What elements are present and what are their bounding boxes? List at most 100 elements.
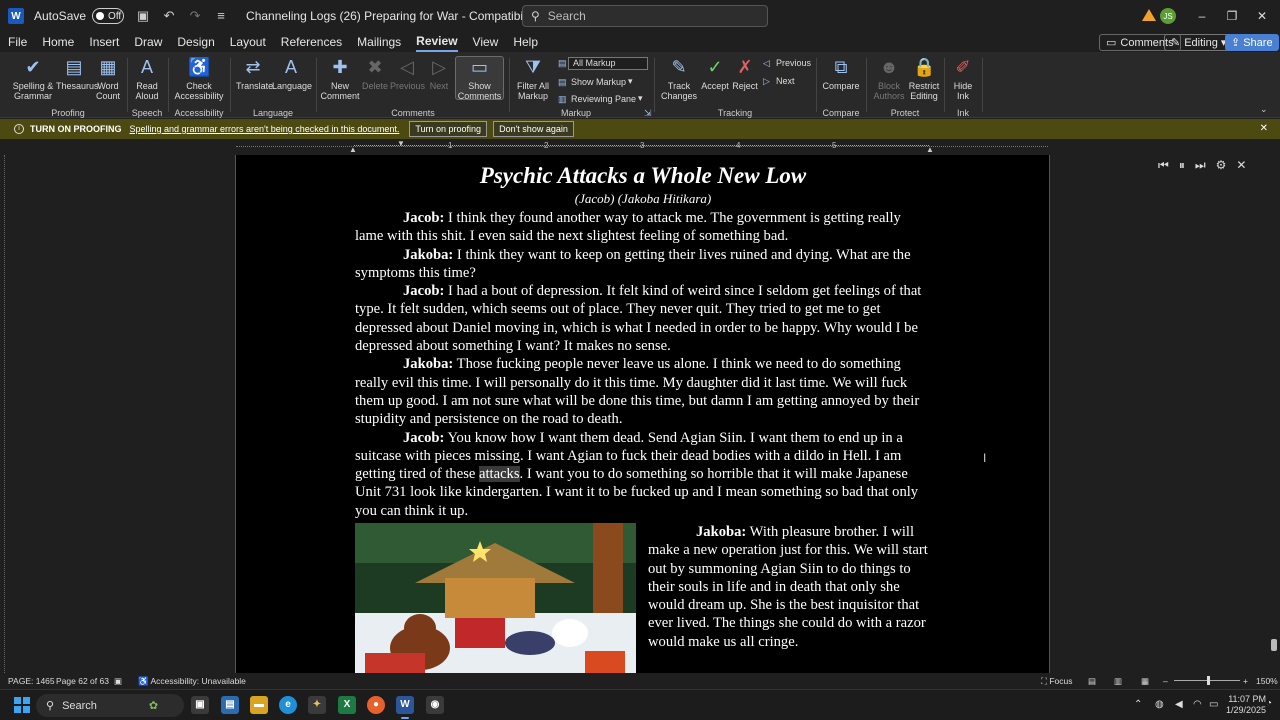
- reviewing-pane-button[interactable]: ▥ Reviewing Pane ▾: [558, 93, 643, 104]
- page-count[interactable]: Page 62 of 63: [56, 676, 109, 686]
- taskbar-search[interactable]: ⚲ Search ✿: [36, 694, 184, 717]
- editing-mode-button[interactable]: ✎ Editing ▾: [1164, 34, 1234, 51]
- zoom-level[interactable]: 150%: [1256, 676, 1278, 686]
- next-change-button[interactable]: ▷ Next: [763, 76, 795, 86]
- hide-ink-button[interactable]: ✐ Hide Ink: [948, 56, 978, 101]
- print-layout-icon[interactable]: ▥: [1114, 676, 1122, 687]
- settings-icon[interactable]: ⚙: [1216, 158, 1227, 173]
- word-taskbar-icon[interactable]: W: [396, 696, 414, 719]
- tab-file[interactable]: File: [8, 33, 27, 51]
- new-comment-button[interactable]: ✚ New Comment: [320, 56, 360, 101]
- speaker-icon[interactable]: ◀: [1175, 699, 1183, 710]
- pause-icon[interactable]: ⏸: [1179, 158, 1185, 173]
- firefox-icon[interactable]: ●: [367, 696, 385, 714]
- next-comment-button[interactable]: ▷ Next: [426, 56, 452, 91]
- markup-dialog-launcher[interactable]: ⇲: [644, 108, 657, 118]
- turn-on-proofing-button[interactable]: Turn on proofing: [409, 121, 488, 137]
- translate-button[interactable]: ⇄ Translate: [236, 56, 273, 91]
- tab-view[interactable]: View: [473, 33, 499, 51]
- undo-icon[interactable]: ↶: [162, 9, 176, 23]
- excel-icon[interactable]: X: [338, 696, 356, 714]
- word-count-button[interactable]: ▦ Word Count: [94, 56, 122, 101]
- previous-comment-button[interactable]: ◁ Previous: [390, 56, 425, 91]
- check-accessibility-button[interactable]: ♿ Check Accessibility: [172, 56, 226, 101]
- zoom-in-icon[interactable]: +: [1243, 676, 1248, 686]
- tab-mailings[interactable]: Mailings: [357, 33, 401, 51]
- avatar[interactable]: JS: [1160, 8, 1176, 24]
- calendar-app-icon[interactable]: ▤: [221, 696, 239, 714]
- language-button[interactable]: A Language: [272, 56, 312, 91]
- search-input[interactable]: ⚲ Search: [522, 5, 768, 27]
- delete-comment-button[interactable]: ✖ Delete: [362, 56, 388, 91]
- restrict-editing-button[interactable]: 🔒 Restrict Editing: [906, 56, 942, 101]
- share-button[interactable]: ⇪ Share: [1225, 34, 1279, 51]
- markup-select[interactable]: All Markup: [568, 57, 648, 70]
- system-clock[interactable]: 11:07 PM 1/29/2025: [1226, 694, 1266, 716]
- show-markup-button[interactable]: ▤ Show Markup ▾: [558, 76, 633, 87]
- document-canvas[interactable]: Psychic Attacks a Whole New Low (Jacob) …: [0, 155, 1280, 673]
- task-view-icon[interactable]: ▣: [191, 696, 209, 714]
- compare-button[interactable]: ⧉ Compare: [822, 56, 860, 91]
- tab-home[interactable]: Home: [42, 33, 74, 51]
- web-layout-icon[interactable]: ▦: [1141, 676, 1149, 687]
- notification-icon[interactable]: ◔: [1266, 698, 1272, 709]
- document-body[interactable]: Psychic Attacks a Whole New Low (Jacob) …: [355, 161, 931, 520]
- right-indent-marker[interactable]: ▲: [926, 145, 934, 154]
- track-changes-button[interactable]: ✎ Track Changes: [660, 56, 698, 101]
- zoom-out-icon[interactable]: –: [1163, 676, 1168, 686]
- accept-button[interactable]: ✓ Accept: [700, 56, 730, 91]
- chevron-up-icon[interactable]: ⌃: [1134, 699, 1142, 710]
- forward-icon[interactable]: ⏭: [1195, 158, 1206, 173]
- save-icon[interactable]: ▣: [136, 9, 150, 23]
- scrollbar-thumb[interactable]: [1271, 639, 1277, 651]
- ruler-number: 5: [832, 141, 837, 150]
- close-icon[interactable]: ✕: [1260, 123, 1268, 134]
- tab-references[interactable]: References: [281, 33, 342, 51]
- horizontal-ruler[interactable]: 1 2 3 4 5 ▲ ▼ ▲: [0, 139, 1280, 155]
- read-aloud-button[interactable]: A Read Aloud: [132, 56, 162, 101]
- minimize-icon[interactable]: –: [1194, 8, 1210, 24]
- wifi-icon[interactable]: ◠: [1193, 699, 1202, 710]
- document-page[interactable]: Psychic Attacks a Whole New Low (Jacob) …: [235, 155, 1050, 673]
- network-icon[interactable]: ◍: [1155, 699, 1164, 710]
- close-icon[interactable]: ✕: [1254, 8, 1270, 24]
- tab-design[interactable]: Design: [177, 33, 214, 51]
- focus-button[interactable]: ⛶ Focus: [1041, 676, 1072, 687]
- dont-show-again-button[interactable]: Don't show again: [493, 121, 574, 137]
- info-message-link[interactable]: Spelling and grammar errors aren't being…: [130, 124, 400, 134]
- first-line-indent-marker[interactable]: ▼: [397, 139, 405, 148]
- customize-toolbar-icon[interactable]: ≡: [214, 9, 228, 23]
- close-icon[interactable]: ✕: [1236, 158, 1246, 173]
- edge-browser-icon[interactable]: e: [279, 696, 297, 714]
- accessibility-status[interactable]: ♿ Accessibility: Unavailable: [138, 676, 246, 687]
- proofing-icon[interactable]: ▣: [114, 676, 122, 687]
- file-explorer-icon[interactable]: ▬: [250, 696, 268, 714]
- tab-help[interactable]: Help: [513, 33, 538, 51]
- zoom-slider-thumb[interactable]: [1207, 676, 1210, 685]
- windows-start-icon[interactable]: [14, 697, 30, 713]
- rewind-icon[interactable]: ⏮: [1158, 158, 1169, 173]
- app-icon[interactable]: ✦: [308, 696, 326, 714]
- reject-button[interactable]: ✗ Reject: [732, 56, 758, 91]
- warning-icon[interactable]: [1142, 9, 1156, 21]
- page-number[interactable]: PAGE: 1465: [8, 676, 55, 686]
- previous-change-button[interactable]: ◁ Previous: [763, 58, 811, 68]
- cartoon-image[interactable]: [355, 523, 636, 673]
- block-authors-button[interactable]: ☻ Block Authors: [872, 56, 906, 101]
- redo-icon[interactable]: ↷: [188, 9, 202, 23]
- tab-insert[interactable]: Insert: [89, 33, 119, 51]
- spelling-grammar-button[interactable]: ✔ Spelling & Grammar: [10, 56, 56, 101]
- tab-layout[interactable]: Layout: [230, 33, 266, 51]
- tab-draw[interactable]: Draw: [134, 33, 162, 51]
- vertical-scrollbar[interactable]: [1270, 155, 1278, 673]
- filter-all-markup-button[interactable]: ⧩ Filter All Markup: [514, 56, 552, 101]
- battery-icon[interactable]: ▭: [1209, 699, 1218, 710]
- restore-icon[interactable]: ❐: [1224, 8, 1240, 24]
- ribbon-collapse-button[interactable]: ⌄: [1260, 104, 1273, 114]
- left-indent-marker[interactable]: ▲: [349, 145, 357, 154]
- tab-review[interactable]: Review: [416, 32, 458, 52]
- app-icon-2[interactable]: ◉: [426, 696, 444, 714]
- read-mode-icon[interactable]: ▤: [1088, 676, 1096, 687]
- autosave-toggle[interactable]: Off: [92, 8, 125, 24]
- thesaurus-button[interactable]: ▤ Thesaurus: [56, 56, 99, 91]
